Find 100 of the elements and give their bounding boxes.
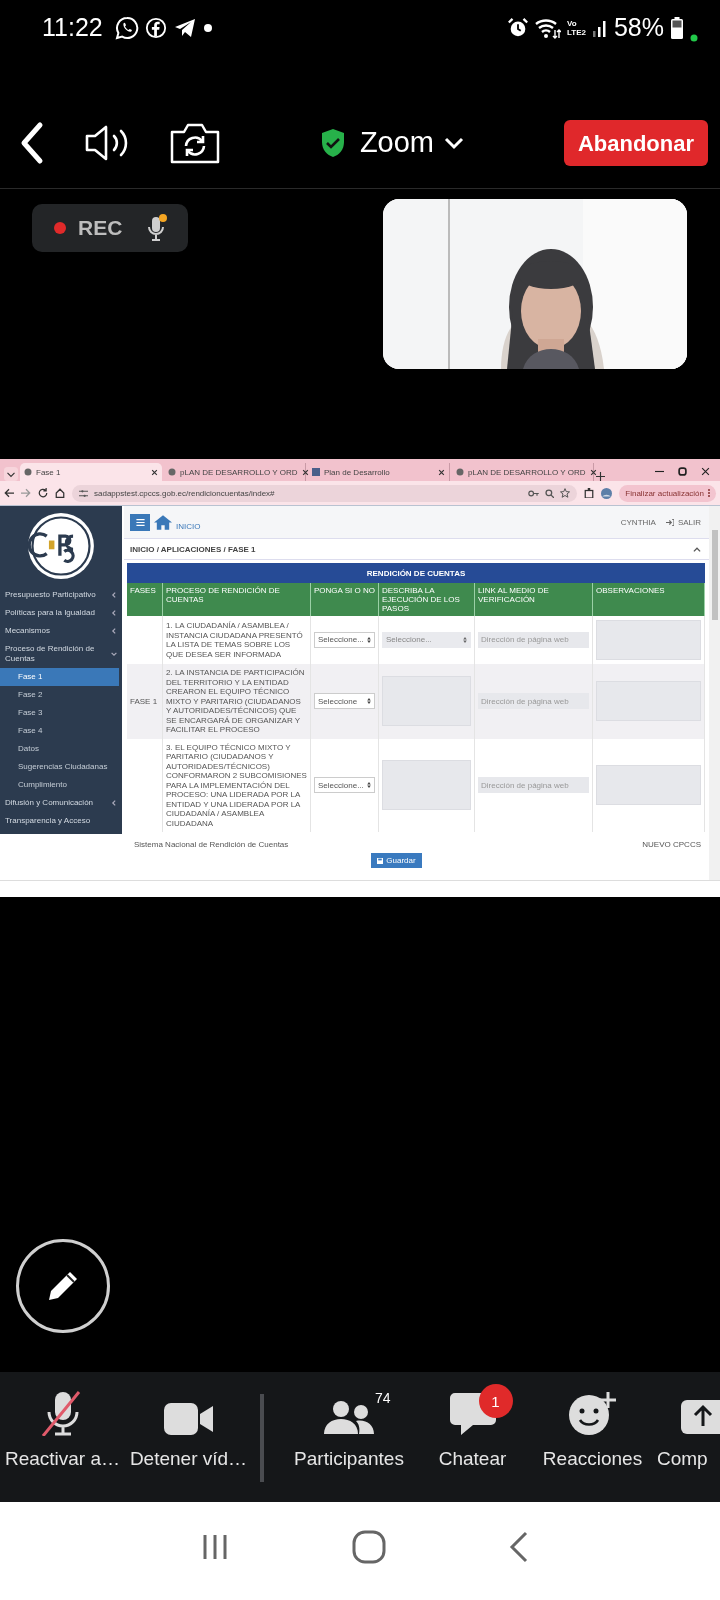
close-icon[interactable] [701, 467, 710, 476]
toolbar-button[interactable]: 1 Chatear [415, 1372, 530, 1502]
user-name: CYNTHIA [620, 517, 656, 527]
sidebar-subitem[interactable]: Fase 4 [0, 722, 122, 740]
sidebar-subitem[interactable]: Datos [0, 740, 122, 758]
dot-icon [202, 22, 213, 33]
key-icon[interactable] [528, 489, 540, 497]
table-cell: 3. EL EQUIPO TÉCNICO MIXTO Y PARITARIO (CIUDADANOS Y AUTORIDADES/TÉCNICOS) CONFORMARON 2 SUBCOMISIONES PARA LA IMPLEMENTACIÓN DEL PROCESO: UNA LIDERADA POR LA ENTIDAD Y UNA LIDERADA POR LA CIUDADANÍA / ASAMBLEA CIUDADANA [166, 742, 307, 828]
recording-label: REC [78, 216, 123, 240]
document-icon [312, 468, 320, 476]
clock: 11:22 [42, 13, 103, 42]
battery-percentage: 58% [613, 13, 664, 42]
smiley-plus-icon [567, 1390, 618, 1436]
site-info-icon [79, 489, 88, 497]
logout-link[interactable]: SALIR [677, 517, 701, 527]
battery-icon [670, 15, 684, 40]
address-bar[interactable]: sadappstest.cpccs.gob.ec/rendicioncuentas/index# [72, 484, 578, 502]
close-icon[interactable] [151, 468, 158, 476]
toolbar-button[interactable]: Reacciones [530, 1372, 655, 1502]
sidebar-subitem[interactable]: Cumplimiento [0, 776, 122, 794]
column-header: LINK AL MEDIO DE VERIFICACIÓN [475, 583, 593, 616]
sort-icon [367, 782, 371, 789]
home-icon[interactable] [55, 488, 65, 498]
reload-icon[interactable] [38, 488, 48, 498]
save-button[interactable]: Guardar [371, 853, 422, 868]
table-cell: FASE 1 [130, 696, 158, 706]
globe-icon [456, 468, 464, 476]
column-header: PONGA SI O NO [311, 583, 379, 616]
toolbar-button[interactable]: Reactivar a… [0, 1372, 125, 1502]
close-icon[interactable] [438, 468, 445, 476]
sidebar-item[interactable]: Políticas para la Igualdad [0, 604, 122, 622]
column-header: PROCESO DE RENDICIÓN DE CUENTAS [163, 583, 311, 616]
sidebar-subitem[interactable]: Fase 2 [0, 686, 122, 704]
breadcrumb: INICIO / APLICACIONES / FASE 1 [130, 544, 256, 554]
close-icon[interactable] [589, 468, 597, 476]
globe-icon [168, 468, 176, 476]
star-icon[interactable] [560, 488, 571, 498]
camera-switch-icon[interactable] [170, 121, 220, 164]
menu-button[interactable] [130, 513, 150, 531]
sort-icon [463, 637, 467, 643]
update-button[interactable]: Finalizar actualización [619, 484, 716, 502]
sidebar-subitem[interactable]: Fase 3 [0, 704, 122, 722]
footer-text: NUEVO CPCCS [642, 840, 701, 849]
avatar-icon[interactable] [601, 487, 613, 499]
wifi-icon [535, 16, 561, 39]
leave-button[interactable]: Abandonar [563, 119, 708, 166]
select-field[interactable]: Seleccione [314, 693, 375, 710]
table-cell-text: 2. LA INSTANCIA DE PARTICIPACIÓN DEL TERRITORIO Y LA ENTIDAD CREARON EL EQUIPO TÉCNICO MIXTO Y PARITARIO (CIUDADANOS Y AUTORIDADES/TÉCNICOS) QUE SE ENCARGARÁ DE ORGANIZAR Y FACILITAR EL PROCESO [166, 668, 306, 735]
globe-icon [24, 468, 32, 476]
new-tab-icon[interactable] [596, 472, 605, 481]
sidebar-item[interactable]: Presupuesto Participativo [0, 586, 122, 604]
whatsapp-icon [114, 15, 139, 40]
menu-icon [135, 518, 145, 526]
sidebar-subitem[interactable]: Fase 1 [0, 668, 119, 686]
back-arrow-icon[interactable] [4, 488, 14, 498]
meeting-title[interactable]: Zoom [359, 126, 434, 159]
sidebar-item[interactable]: Proceso de Rendición de Cuentas [0, 640, 122, 668]
close-icon[interactable] [301, 468, 309, 476]
network-label: LTE2 [567, 27, 586, 37]
logo-icon [27, 512, 95, 580]
panel-title: RENDICIÓN DE CUENTAS [366, 568, 466, 578]
shield-check-icon [319, 127, 346, 158]
floppy-icon [377, 857, 384, 864]
participant-count: 74 [375, 1390, 391, 1406]
column-header: DESCRIBA LA EJECUCIÓN DE LOS PASOS [379, 583, 475, 616]
column-header: FASES [127, 583, 163, 616]
footer-text: Sistema Nacional de Rendición de Cuentas [134, 840, 289, 849]
network-label: Vo [567, 18, 578, 28]
edit-button[interactable] [16, 1239, 110, 1333]
people-icon [323, 1400, 375, 1436]
chevron-down-icon[interactable] [444, 135, 464, 150]
home-link[interactable]: INICIO [176, 521, 201, 531]
column-header: OBSERVACIONES [593, 583, 705, 616]
sidebar-item[interactable]: Mecanismos [0, 622, 122, 640]
record-dot-icon [54, 222, 66, 234]
url-text: sadappstest.cpccs.gob.ec/rendicioncuentas/index# [94, 488, 275, 498]
toolbar-button[interactable]: Detener víd… [125, 1372, 252, 1502]
maximize-icon[interactable] [678, 467, 687, 476]
house-icon[interactable] [154, 514, 172, 530]
collapse-icon[interactable] [693, 546, 701, 552]
video-camera-icon [163, 1402, 214, 1436]
notification-badge: 1 [478, 1384, 513, 1418]
microphone-icon [146, 213, 169, 243]
extensions-icon[interactable] [584, 488, 595, 498]
sort-icon [367, 698, 371, 705]
search-icon[interactable] [545, 488, 555, 498]
home-button-icon[interactable] [351, 1529, 387, 1565]
status-dot-icon [690, 34, 698, 42]
toolbar-button[interactable]: Comp [655, 1372, 720, 1502]
sidebar-subitem[interactable]: Sugerencias Ciudadanas [0, 758, 122, 776]
sidebar-item[interactable]: Transparencia y Acceso [0, 812, 122, 830]
tab-list-icon[interactable] [4, 467, 18, 481]
toolbar-button[interactable]: 74 Participantes [283, 1372, 415, 1502]
facebook-icon [144, 16, 167, 39]
select-field[interactable]: Seleccione... [314, 632, 375, 648]
logout-icon[interactable] [665, 518, 674, 526]
browser-tab[interactable]: Fase 1 [20, 463, 162, 481]
sidebar-item[interactable]: Difusión y Comunicación [0, 794, 122, 812]
select-field[interactable]: Seleccione... [314, 777, 375, 794]
scrollbar[interactable] [709, 506, 720, 880]
